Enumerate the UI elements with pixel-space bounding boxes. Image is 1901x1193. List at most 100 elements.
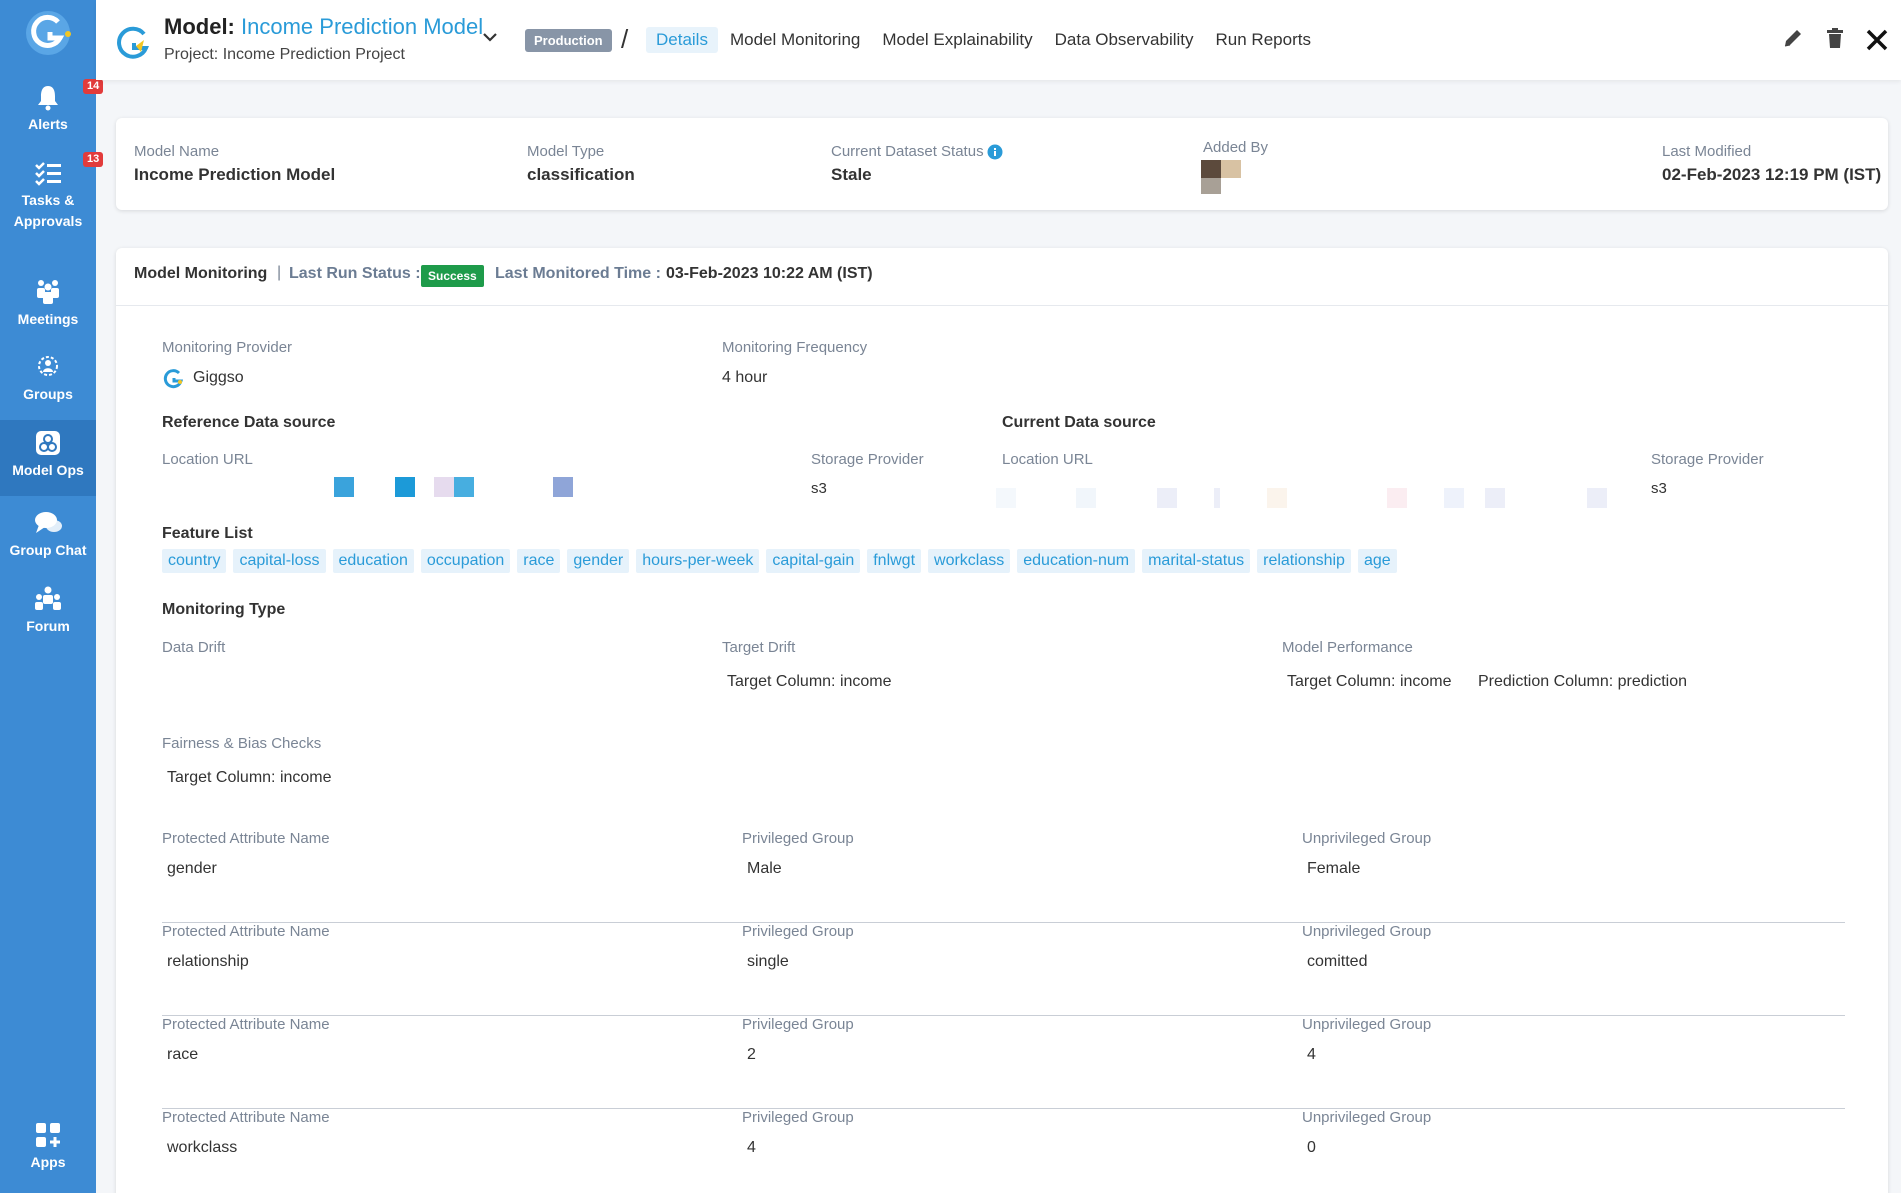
added-by-label: Added By: [1203, 139, 1269, 156]
sidebar-item-meetings[interactable]: Meetings: [0, 277, 96, 330]
target-drift-label: Target Drift: [722, 639, 796, 656]
model-type-value: classification: [527, 165, 635, 184]
feature-chip: education-num: [1017, 549, 1136, 573]
feature-chip: gender: [567, 549, 630, 573]
model-name-value: Income Prediction Model: [134, 165, 336, 184]
feature-chip: occupation: [420, 549, 511, 573]
model-performance-prediction: Prediction Column: prediction: [1478, 673, 1687, 690]
sidebar-item-forum[interactable]: Forum: [0, 584, 96, 637]
privileged-group-label: Privileged Group: [742, 1016, 854, 1033]
feature-chip: workclass: [928, 549, 1011, 573]
last-monitored-time: 03-Feb-2023 10:22 AM (IST): [666, 265, 873, 282]
feature-chip: country: [162, 549, 227, 573]
model-type-label: Model Type: [527, 143, 605, 160]
tab-data-observability[interactable]: Data Observability: [1045, 27, 1204, 53]
last-run-label: Last Run Status :: [289, 265, 421, 282]
protected-attribute-value: gender: [167, 860, 217, 877]
last-modified-value: 02-Feb-2023 12:19 PM (IST): [1662, 165, 1882, 184]
chat-icon: [33, 508, 63, 538]
sidebar-item-groups[interactable]: Groups: [0, 352, 96, 405]
tab-run-reports[interactable]: Run Reports: [1206, 27, 1321, 53]
monitoring-header: Model Monitoring | Last Run Status : Suc…: [116, 248, 1888, 306]
target-drift-value: Target Column: income: [727, 673, 892, 690]
protected-attribute-value: race: [167, 1046, 199, 1063]
privileged-group-value: Male: [747, 860, 782, 877]
model-monitoring-card: Model Monitoring | Last Run Status : Suc…: [116, 248, 1888, 1193]
sidebar-item-label: Alerts: [28, 116, 68, 132]
groups-icon: [33, 352, 63, 382]
privileged-group-value: single: [747, 953, 789, 970]
last-monitored-label: Last Monitored Time :: [495, 265, 661, 282]
protected-attribute-label: Protected Attribute Name: [162, 923, 330, 940]
project-name: Project: Income Prediction Project: [164, 46, 405, 63]
protected-attribute-row: Protected Attribute Name gender Privileg…: [162, 830, 1845, 923]
sidebar-item-alerts[interactable]: 14 Alerts: [0, 79, 104, 135]
edit-icon[interactable]: [1781, 26, 1805, 50]
model-summary-card: Model Name Income Prediction Model Model…: [116, 118, 1888, 210]
sidebar-item-group-chat[interactable]: Group Chat: [0, 508, 96, 561]
bell-icon: 14: [33, 79, 104, 112]
protected-attribute-row: Protected Attribute Name race Privileged…: [162, 1016, 1845, 1109]
unprivileged-group-label: Unprivileged Group: [1302, 1016, 1432, 1033]
unprivileged-group-value: Female: [1307, 860, 1361, 877]
sidebar-item-label: Tasks & Approvals: [13, 192, 83, 229]
unprivileged-group-label: Unprivileged Group: [1302, 923, 1432, 940]
model-ops-icon: [33, 428, 63, 458]
sidebar-item-label: Groups: [23, 386, 73, 402]
current-location-label: Location URL: [1002, 451, 1093, 468]
avatar: [1201, 160, 1241, 196]
feature-chip: hours-per-week: [636, 549, 760, 573]
tab-bar: Details Model Monitoring Model Explainab…: [646, 27, 1321, 53]
giggso-logo-icon[interactable]: [24, 8, 74, 58]
model-name-label: Model Name: [134, 143, 220, 160]
close-icon[interactable]: [1865, 28, 1889, 52]
reference-storage-value: s3: [811, 480, 827, 497]
meetings-icon: [33, 277, 63, 307]
info-icon[interactable]: [987, 144, 1003, 160]
sidebar-item-label: Model Ops: [12, 462, 84, 478]
page-title: Model: Income Prediction Model: [164, 14, 483, 40]
dataset-status-value: Stale: [831, 165, 872, 184]
status-badge: Success: [421, 265, 484, 287]
tab-model-monitoring[interactable]: Model Monitoring: [720, 27, 870, 53]
chevron-down-icon[interactable]: [481, 28, 499, 46]
feature-chip: race: [517, 549, 561, 573]
protected-attribute-label: Protected Attribute Name: [162, 1016, 330, 1033]
sidebar-item-tasks[interactable]: 13 Tasks & Approvals: [0, 152, 104, 232]
delete-icon[interactable]: [1823, 26, 1847, 50]
current-source-title: Current Data source: [1002, 414, 1156, 431]
tab-model-explainability[interactable]: Model Explainability: [872, 27, 1042, 53]
feature-chip: relationship: [1257, 549, 1351, 573]
fairness-label: Fairness & Bias Checks: [162, 735, 322, 752]
sidebar-item-model-ops[interactable]: Model Ops: [0, 420, 96, 496]
model-name-link[interactable]: Income Prediction Model: [241, 14, 483, 39]
tab-details[interactable]: Details: [646, 27, 718, 53]
forum-icon: [33, 584, 63, 614]
reference-source-title: Reference Data source: [162, 414, 336, 431]
tasks-badge: 13: [83, 152, 104, 167]
data-drift-label: Data Drift: [162, 639, 226, 656]
privileged-group-label: Privileged Group: [742, 923, 854, 940]
tasks-icon: 13: [33, 152, 104, 188]
protected-attribute-label: Protected Attribute Name: [162, 1109, 330, 1126]
feature-chip: marital-status: [1142, 549, 1251, 573]
feature-list: country capital-loss education occupatio…: [162, 549, 1397, 573]
privileged-group-value: 2: [747, 1046, 756, 1063]
unprivileged-group-value: 4: [1307, 1046, 1316, 1063]
feature-chip: age: [1357, 549, 1397, 573]
title-prefix: Model:: [164, 14, 235, 39]
feature-chip: capital-loss: [233, 549, 326, 573]
dataset-status-label: Current Dataset Status: [831, 143, 984, 160]
top-header: Model: Income Prediction Model Project: …: [96, 0, 1901, 80]
reference-location-label: Location URL: [162, 451, 253, 468]
environment-badge: Production: [525, 29, 612, 52]
privileged-group-label: Privileged Group: [742, 1109, 854, 1126]
unprivileged-group-label: Unprivileged Group: [1302, 830, 1432, 847]
unprivileged-group-value: comitted: [1307, 953, 1368, 970]
apps-icon: [33, 1120, 63, 1150]
sidebar-item-label: Group Chat: [9, 542, 87, 558]
sidebar-item-label: Meetings: [17, 311, 79, 327]
sidebar-item-apps[interactable]: Apps: [0, 1120, 96, 1173]
privileged-group-value: 4: [747, 1139, 756, 1156]
protected-attribute-row: Protected Attribute Name relationship Pr…: [162, 923, 1845, 1016]
